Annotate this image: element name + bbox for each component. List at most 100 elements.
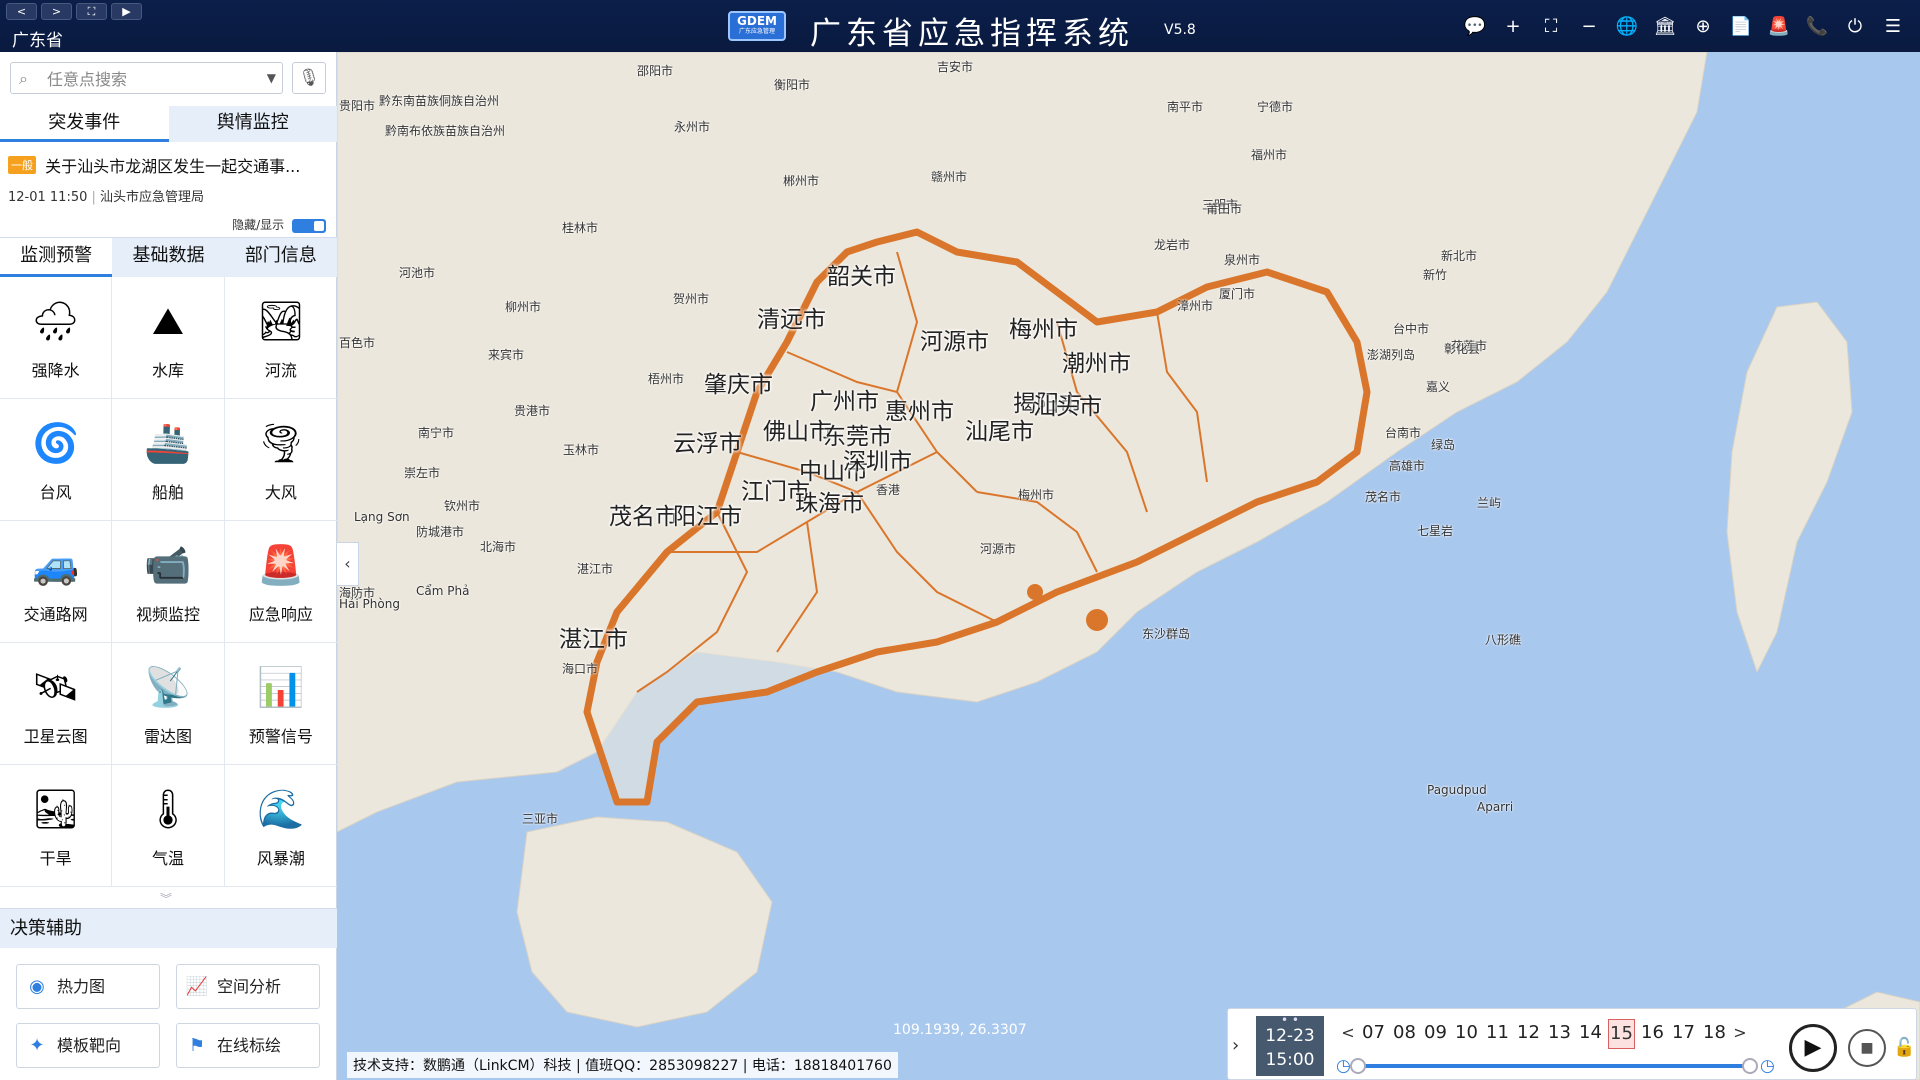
minus-icon[interactable]: − xyxy=(1576,14,1602,40)
city-label[interactable]: 深圳市 xyxy=(843,442,912,476)
timeline-hour-15[interactable]: 15 xyxy=(1608,1019,1635,1049)
timeline-slider[interactable] xyxy=(1350,1058,1758,1074)
online-plot-button[interactable]: ⚑ 在线标绘 xyxy=(176,1023,320,1068)
city-label[interactable]: 汕头市 xyxy=(1033,387,1102,421)
timeline-expand-icon[interactable]: › xyxy=(1232,1035,1239,1056)
city-label[interactable]: 佛山市 xyxy=(763,412,832,446)
grid-item-wind[interactable]: 🌪 大风 xyxy=(224,399,337,521)
timeline-play-button[interactable]: ▶ xyxy=(1789,1024,1837,1072)
event-title[interactable]: 关于汕头市龙湖区发生一起交通事... xyxy=(45,157,300,176)
template-target-button[interactable]: ✦ 模板靶向 xyxy=(16,1023,160,1068)
timeline-hour-11[interactable]: 11 xyxy=(1484,1019,1511,1049)
tab-basic-data[interactable]: 基础数据 xyxy=(112,238,224,277)
city-label[interactable]: 潮州市 xyxy=(1062,344,1131,378)
map-view[interactable]: 韶关市 清远市 河源市 梅州市 潮州市 肇庆市 广州市 惠州市 揭阳市 汕头市 云浮市 佛山市 东莞市汕… xyxy=(337,52,1920,1080)
grid-item-siren[interactable]: 🚨 应急响应 xyxy=(224,521,337,643)
city-label[interactable]: 河源市 xyxy=(920,322,989,356)
city-label[interactable]: 惠州市 xyxy=(885,392,954,426)
chat-icon[interactable]: 💬 xyxy=(1462,14,1488,40)
expand-button[interactable]: ⛶ xyxy=(76,3,107,20)
place-label: 澎湖列岛 xyxy=(1367,348,1416,362)
grid-item-thermometer[interactable]: 🌡 气温 xyxy=(112,765,225,887)
expand-more-icon[interactable]: ︾ xyxy=(160,890,172,907)
event-item[interactable]: 一般 关于汕头市龙湖区发生一起交通事... 12-01 11:50 | 汕头市应… xyxy=(8,153,328,205)
place-label: 玉林市 xyxy=(563,443,600,457)
city-label[interactable]: 肇庆市 xyxy=(704,365,773,399)
plus-icon[interactable]: + xyxy=(1500,14,1526,40)
grid-item-camera[interactable]: 📹 视频监控 xyxy=(112,521,225,643)
city-label[interactable]: 珠海市 xyxy=(795,484,864,518)
city-label[interactable]: 广州市 xyxy=(810,382,879,416)
city-label[interactable]: 茂名市 xyxy=(609,497,678,531)
timeline-hour-14[interactable]: 14 xyxy=(1577,1019,1604,1049)
grid-item-signal-board[interactable]: 📊 预警信号 xyxy=(224,643,337,765)
city-label[interactable]: 汕尾市 xyxy=(965,412,1034,446)
lock-icon[interactable]: 🔓 xyxy=(1893,1037,1915,1058)
bank-icon[interactable]: 🏛 xyxy=(1652,14,1678,40)
grid-item-rain[interactable]: 🌧 强降水 xyxy=(0,277,113,399)
search-input[interactable] xyxy=(47,68,247,90)
timeline-start-knob[interactable] xyxy=(1350,1058,1366,1074)
menu-icon[interactable]: ☰ xyxy=(1880,14,1906,40)
city-label[interactable]: 清远市 xyxy=(757,300,826,334)
grid-item-ship[interactable]: 🚢 船舶 xyxy=(112,399,225,521)
microphone-button[interactable]: 🎙 xyxy=(292,62,326,94)
timeline-hour-13[interactable]: 13 xyxy=(1546,1019,1573,1049)
timeline-hour-07[interactable]: 07 xyxy=(1360,1019,1387,1049)
power-icon[interactable]: ⏻ xyxy=(1842,14,1868,40)
grid-item-typhoon[interactable]: 🌀 台风 xyxy=(0,399,113,521)
place-label: 黔东南苗族侗族自治州 xyxy=(379,94,500,108)
spatial-analysis-button[interactable]: 📈 空间分析 xyxy=(176,964,320,1009)
timeline-hour-18[interactable]: 18 xyxy=(1701,1019,1728,1049)
document-icon[interactable]: 📄 xyxy=(1728,14,1754,40)
grid-item-satellite[interactable]: 🛰 卫星云图 xyxy=(0,643,113,765)
grid-item-storm-surge[interactable]: 🌊 风暴潮 xyxy=(224,765,337,887)
grid-item-radar[interactable]: 📡 雷达图 xyxy=(112,643,225,765)
chevron-down-icon[interactable]: ▼ xyxy=(267,71,276,85)
timeline-hour-10[interactable]: 10 xyxy=(1453,1019,1480,1049)
city-label[interactable]: 阳江市 xyxy=(673,497,742,531)
grid-item-label: 交通路网 xyxy=(23,604,88,624)
gdem-logo: GDEM 广东应急管理 xyxy=(728,11,786,41)
play-button[interactable]: ▶ xyxy=(111,3,142,20)
back-button[interactable]: < xyxy=(6,3,37,20)
heatmap-button[interactable]: ◉ 热力图 xyxy=(16,964,160,1009)
fullscreen-icon[interactable]: ⛶ xyxy=(1538,14,1564,40)
tab-monitoring[interactable]: 监测预警 xyxy=(0,238,113,277)
place-label: 八形礁 xyxy=(1485,633,1522,647)
alarm-icon[interactable]: 🚨 xyxy=(1766,14,1792,40)
city-label[interactable]: 韶关市 xyxy=(827,257,896,291)
timeline-next-button[interactable]: > xyxy=(1732,1019,1748,1049)
city-label[interactable]: 湛江市 xyxy=(559,620,628,654)
timeline-stop-button[interactable]: ■ xyxy=(1848,1029,1886,1067)
timeline-end-knob[interactable] xyxy=(1742,1058,1758,1074)
city-label[interactable]: 梅州市 xyxy=(1009,310,1078,344)
tab-department-info[interactable]: 部门信息 xyxy=(225,238,337,277)
hide-show-label: 隐藏/显示 xyxy=(232,218,285,232)
tab-public-opinion[interactable]: 舆情监控 xyxy=(169,106,338,142)
timeline-hour-16[interactable]: 16 xyxy=(1639,1019,1666,1049)
region-selector[interactable]: 广东省 xyxy=(12,26,63,51)
timeline-hour-08[interactable]: 08 xyxy=(1391,1019,1418,1049)
timeline-hour-17[interactable]: 17 xyxy=(1670,1019,1697,1049)
grid-item-drought[interactable]: 🏜 干旱 xyxy=(0,765,113,887)
forward-button[interactable]: > xyxy=(41,3,72,20)
medkit-icon[interactable]: ⊕ xyxy=(1690,14,1716,40)
timeline-date[interactable]: 12-23 15:00 xyxy=(1256,1008,1324,1076)
collapse-panel-button[interactable]: ‹ xyxy=(337,542,359,586)
timeline-hour-12[interactable]: 12 xyxy=(1515,1019,1542,1049)
grid-item-reservoir[interactable]: ⛰ 水库 xyxy=(112,277,225,399)
place-label: 永州市 xyxy=(674,120,711,134)
timeline-prev-button[interactable]: < xyxy=(1340,1019,1356,1049)
place-label: 桂林市 xyxy=(562,221,599,235)
grid-item-river[interactable]: 🏞 河流 xyxy=(224,277,337,399)
grid-item-traffic[interactable]: 🚙 交通路网 xyxy=(0,521,113,643)
credits-bar: 技术支持：数鹏通（LinkCM）科技 | 值班QQ：2853098227 | 电… xyxy=(347,1052,898,1078)
globe-icon[interactable]: 🌐 xyxy=(1614,14,1640,40)
hide-show-toggle[interactable] xyxy=(292,218,326,233)
place-label: 兰屿 xyxy=(1477,496,1502,510)
timeline-hour-09[interactable]: 09 xyxy=(1422,1019,1449,1049)
phone-icon[interactable]: 📞 xyxy=(1804,14,1830,40)
city-label[interactable]: 云浮市 xyxy=(673,424,742,458)
tab-emergency-events[interactable]: 突发事件 xyxy=(0,106,169,142)
